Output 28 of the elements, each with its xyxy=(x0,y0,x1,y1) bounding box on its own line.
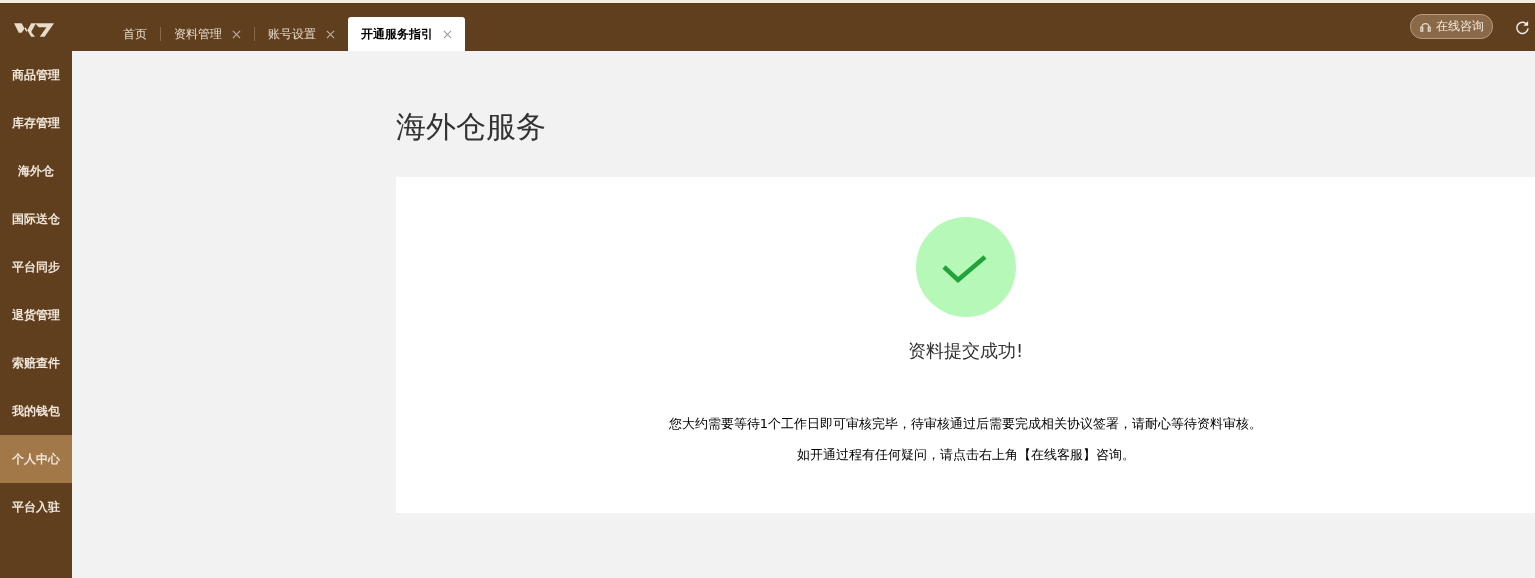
tab-label: 资料管理 xyxy=(174,25,222,43)
logo-icon xyxy=(14,22,56,38)
tab[interactable]: 账号设置 xyxy=(255,17,348,51)
sidebar-item[interactable]: 索赔查件 xyxy=(0,339,72,387)
sidebar-item[interactable]: 平台同步 xyxy=(0,243,72,291)
success-check-icon xyxy=(915,217,1016,317)
result-message: 如开通过程有任何疑问，请点击右上角【在线客服】咨询。 xyxy=(796,446,1135,464)
refresh-icon[interactable] xyxy=(1515,19,1530,35)
tab-label: 开通服务指引 xyxy=(361,25,433,43)
sidebar-item[interactable]: 退货管理 xyxy=(0,291,72,339)
sidebar-item[interactable]: 海外仓 xyxy=(0,147,72,195)
close-icon[interactable] xyxy=(326,29,335,39)
tab-label: 账号设置 xyxy=(268,25,316,43)
sidebar-item[interactable]: 库存管理 xyxy=(0,99,72,147)
sidebar-item[interactable]: 商品管理 xyxy=(0,51,72,99)
sidebar-item[interactable]: 我的钱包 xyxy=(0,387,72,435)
page-title: 海外仓服务 xyxy=(396,108,547,146)
tab-label: 首页 xyxy=(123,25,147,43)
sidebar-item[interactable]: 平台入驻 xyxy=(0,483,72,531)
sidebar-item[interactable]: 国际送仓 xyxy=(0,195,72,243)
close-icon[interactable] xyxy=(443,29,452,39)
tab[interactable]: 开通服务指引 xyxy=(348,17,465,51)
consult-button[interactable]: 在线咨询 xyxy=(1410,13,1493,39)
tab[interactable]: 资料管理 xyxy=(161,17,254,51)
result-title: 资料提交成功! xyxy=(907,339,1024,363)
close-icon[interactable] xyxy=(232,29,241,39)
tab[interactable]: 首页 xyxy=(110,17,160,51)
result-message: 您大约需要等待1个工作日即可审核完毕，待审核通过后需要完成相关协议签署，请耐心等待资料审核。 xyxy=(668,415,1263,433)
